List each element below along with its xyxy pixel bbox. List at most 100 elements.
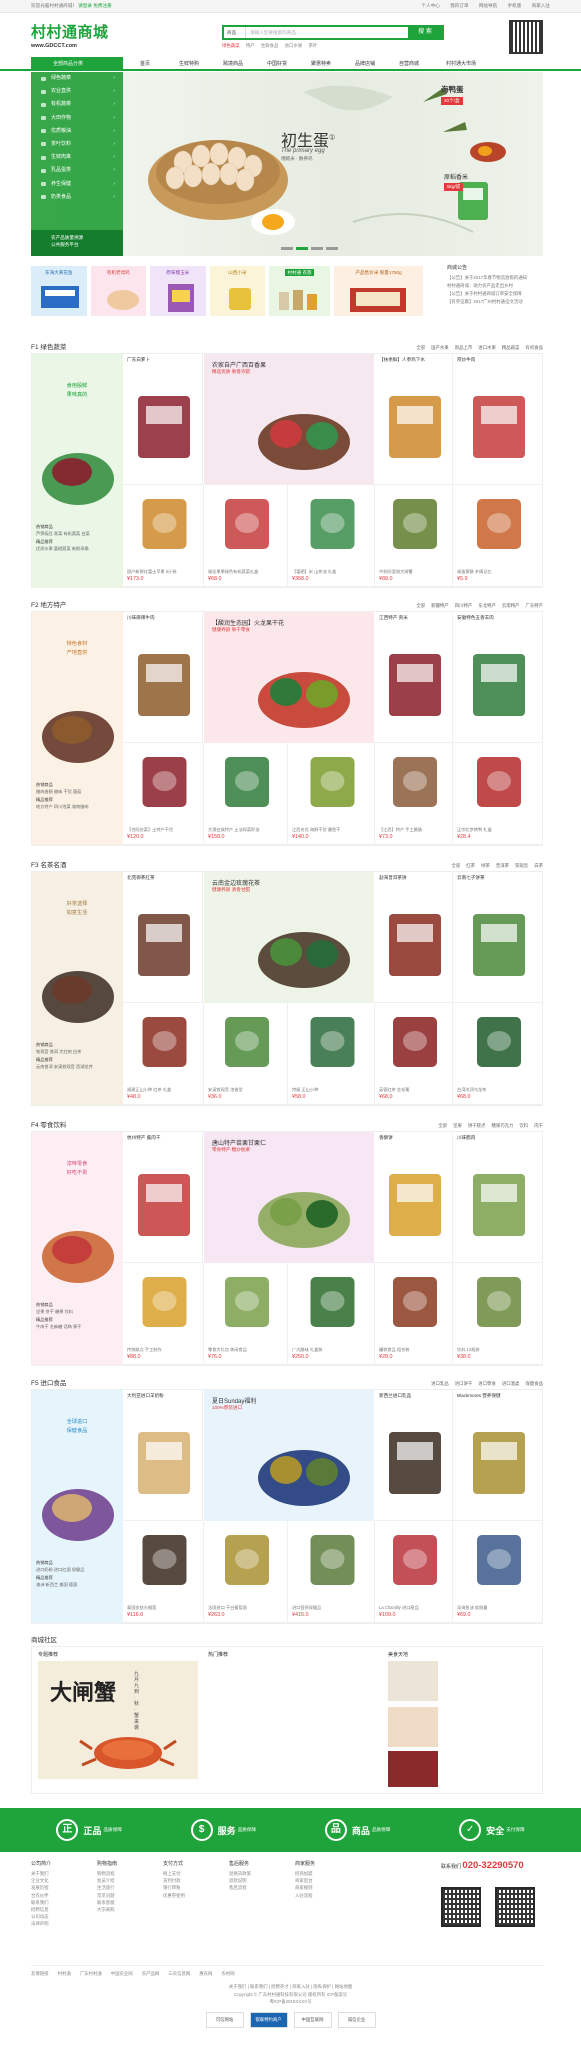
kw-links[interactable]: 进口奶粉 进口红酒 保健品: [36, 1567, 120, 1574]
hot-keyword[interactable]: 特产: [246, 43, 255, 48]
kw-links[interactable]: 云南普洱 安溪铁观音 西湖龙井: [36, 1064, 120, 1071]
food-thumb[interactable]: [388, 1661, 438, 1701]
nav-item[interactable]: 跨境商品: [211, 57, 255, 69]
product-card[interactable]: 【江西】特产 手工腊肠 ¥73.0: [375, 743, 453, 845]
product-card[interactable]: 广式腊味 礼盒装 ¥250.0: [288, 1263, 375, 1365]
product-card[interactable]: 饮料 12瓶装 ¥38.0: [453, 1263, 543, 1365]
product-card[interactable]: 中秋阳澄湖大闸蟹 ¥88.0: [375, 485, 453, 587]
product-card[interactable]: 英德红茶 金毛毫 ¥68.0: [375, 1003, 453, 1105]
featured-product[interactable]: 唐山特产苗栗甘栗仁 零食特产 糖炒板栗: [204, 1132, 374, 1263]
product-card[interactable]: 香酥饼: [375, 1132, 453, 1263]
kw-links[interactable]: 铁观音 普洱 大红袍 白茶: [36, 1049, 120, 1056]
product-card[interactable]: La Chantilly 进口甜品 ¥109.0: [375, 1521, 453, 1623]
ad-tile[interactable]: 山西小米: [209, 266, 266, 316]
notice-item[interactable]: 【有奖征集】2017广州村村通征文活动: [447, 298, 547, 306]
floor-tab[interactable]: 糖果巧克力: [491, 1123, 513, 1128]
floor-tab[interactable]: 进口酒类: [502, 1381, 520, 1386]
nav-item[interactable]: 品牌店铺: [343, 57, 387, 69]
footer-link[interactable]: 企业文化: [31, 1877, 91, 1884]
nav-item[interactable]: 聚惠特卖: [299, 57, 343, 69]
nav-item[interactable]: 自营商城: [387, 57, 431, 69]
featured-product[interactable]: 【酸润生态园】火龙果干花 健康养颜 果干零食: [204, 612, 374, 743]
banner-rice[interactable]: 原稻香米 5kg/袋: [444, 172, 468, 191]
footer-link[interactable]: 发展历程: [31, 1884, 91, 1891]
hero-banner[interactable]: 绿色蔬菜 农业直供 有机蔬菜 大田作物 优质粮油 茶叶饮料 生鲜肉禽 乳品蛋类 …: [31, 72, 543, 256]
friend-link[interactable]: 中国农业网: [111, 1971, 133, 1976]
footer-link[interactable]: 入驻流程: [295, 1892, 355, 1899]
footer-link[interactable]: 网上支付: [163, 1870, 223, 1877]
sidebar-item[interactable]: 大田作物: [31, 112, 123, 125]
footer-link[interactable]: 公司动态: [31, 1913, 91, 1920]
top-link-orders[interactable]: 我的订单: [450, 3, 468, 8]
traceability-promo[interactable]: 农产品质量溯源 公共服务平台: [31, 230, 123, 256]
sidebar-item[interactable]: 有机蔬菜: [31, 98, 123, 112]
product-card[interactable]: 福佳果果绿色有机蔬菜礼盒 ¥68.0: [204, 485, 288, 587]
trust-badge[interactable]: 诚信企业: [337, 2012, 376, 2028]
kw-links[interactable]: 澳洲 新西兰 美国 德国: [36, 1582, 120, 1589]
nav-item-home[interactable]: 首页: [123, 57, 167, 69]
product-card[interactable]: 勐海普洱茶饼: [375, 872, 453, 1003]
product-card[interactable]: 大利亚进口羊奶粉: [123, 1390, 203, 1521]
footer-link[interactable]: 联系客服: [97, 1899, 157, 1906]
footer-link[interactable]: 售后流程: [229, 1884, 289, 1891]
floor-tab[interactable]: 新品上市: [455, 345, 473, 350]
friend-link[interactable]: 广东村村通: [80, 1971, 102, 1976]
kw-links[interactable]: 坚果 饼干 糖果 饮料: [36, 1309, 120, 1316]
footer-link[interactable]: 招聘信息: [31, 1906, 91, 1913]
floor-side-banner[interactable]: 特色食材 产地直供 热销商品 腊肉香肠 腊味 干货 菌菇 精品推荐 地方特产 四…: [32, 612, 123, 845]
floor-tab[interactable]: 保健食品: [525, 1381, 543, 1386]
product-card[interactable]: 正宗北京烤鸭 礼盒 ¥28.4: [453, 743, 543, 845]
trust-badge[interactable]: 中国互联网: [293, 2012, 332, 2028]
floor-side-banner[interactable]: 淳味零食 好吃不贵 热销商品 坚果 饼干 糖果 饮料 精品推荐 牛肉干 芝麻糖 …: [32, 1132, 123, 1365]
footer-link[interactable]: 商家规则: [295, 1884, 355, 1891]
floor-tab[interactable]: 坚果: [453, 1123, 462, 1128]
banner-duck-egg[interactable]: 海鸭蛋 20个/盒: [441, 84, 464, 105]
floor-tab[interactable]: 云南特产: [502, 603, 520, 608]
product-card[interactable]: 北苑御茶红茶: [123, 872, 203, 1003]
floor-tab[interactable]: 白茶: [534, 863, 543, 868]
product-card[interactable]: 泰国金枕头榴莲 ¥116.0: [123, 1521, 204, 1623]
product-card[interactable]: 传统糕点 手工制作 ¥88.0: [123, 1263, 204, 1365]
floor-tab[interactable]: 国产水果: [431, 345, 449, 350]
footer-nav-links[interactable]: 关于我们 | 联系我们 | 招聘英才 | 商家入驻 | 隐私保护 | 网站地图: [0, 1983, 581, 1991]
banner-dot[interactable]: [326, 247, 338, 250]
sidebar-item[interactable]: 乳品蛋类: [31, 164, 123, 178]
friend-link[interactable]: 农村网: [221, 1971, 234, 1976]
product-card[interactable]: 台湾冻顶乌龙茶 ¥68.0: [453, 1003, 543, 1105]
sidebar-item[interactable]: 茶叶饮料: [31, 138, 123, 151]
top-link-mobile[interactable]: 手机版: [508, 3, 522, 8]
floor-tab[interactable]: 广东特产: [525, 603, 543, 608]
top-link-account[interactable]: 个人中心: [422, 3, 440, 8]
floor-side-banner[interactable]: 全球进口 保健食品 热销商品 进口奶粉 进口红酒 保健品 精品推荐 澳洲 新西兰…: [32, 1390, 123, 1623]
nav-item[interactable]: 中国好货: [255, 57, 299, 69]
logo[interactable]: 村村通商城 www.GDCCT.com: [31, 21, 126, 49]
footer-link[interactable]: 联系我们: [31, 1899, 91, 1906]
product-card[interactable]: 广东白萝卜: [123, 354, 203, 485]
product-card[interactable]: 罐装食品 组合装 ¥28.0: [375, 1263, 453, 1365]
nav-item[interactable]: 生鲜特购: [167, 57, 211, 69]
kw-links[interactable]: 优质水果 富硒蔬菜 新鲜采摘: [36, 546, 120, 553]
footer-link[interactable]: 优惠券使用: [163, 1892, 223, 1899]
register-link[interactable]: 免费注册: [93, 3, 111, 8]
footer-link[interactable]: 法律声明: [31, 1920, 91, 1927]
all-categories-button[interactable]: 全部商品分类: [31, 57, 123, 69]
footer-link[interactable]: 合作伙伴: [31, 1892, 91, 1899]
product-card[interactable]: 云南七子饼茶: [453, 872, 543, 1003]
friend-link[interactable]: 村村通: [58, 1971, 71, 1976]
floor-tab[interactable]: 精品蔬菜: [502, 345, 520, 350]
floor-tab[interactable]: 全部: [416, 345, 425, 350]
banner-dot[interactable]: [311, 247, 323, 250]
floor-tab[interactable]: 饮料: [519, 1123, 528, 1128]
floor-tab[interactable]: 进口零食: [478, 1381, 496, 1386]
friend-link[interactable]: 惠农网: [199, 1971, 212, 1976]
footer-link[interactable]: 购物流程: [97, 1870, 157, 1877]
footer-link[interactable]: 商家后台: [295, 1877, 355, 1884]
sidebar-item[interactable]: 生鲜肉禽: [31, 151, 123, 165]
floor-tab[interactable]: 新疆特产: [431, 603, 449, 608]
ad-tile[interactable]: 原味糯玉米: [150, 266, 206, 316]
floor-side-banner[interactable]: 好茶选择 如意生活 热销商品 铁观音 普洱 大红袍 白茶 精品推荐 云南普洱 安…: [32, 872, 123, 1105]
product-card[interactable]: 新西兰进口乳品: [375, 1390, 453, 1521]
product-card[interactable]: 大理白族特产 土法榨菜籽油 ¥158.0: [204, 743, 288, 845]
floor-tab[interactable]: 普洱茶: [496, 863, 509, 868]
friend-link[interactable]: 农产品网: [142, 1971, 160, 1976]
